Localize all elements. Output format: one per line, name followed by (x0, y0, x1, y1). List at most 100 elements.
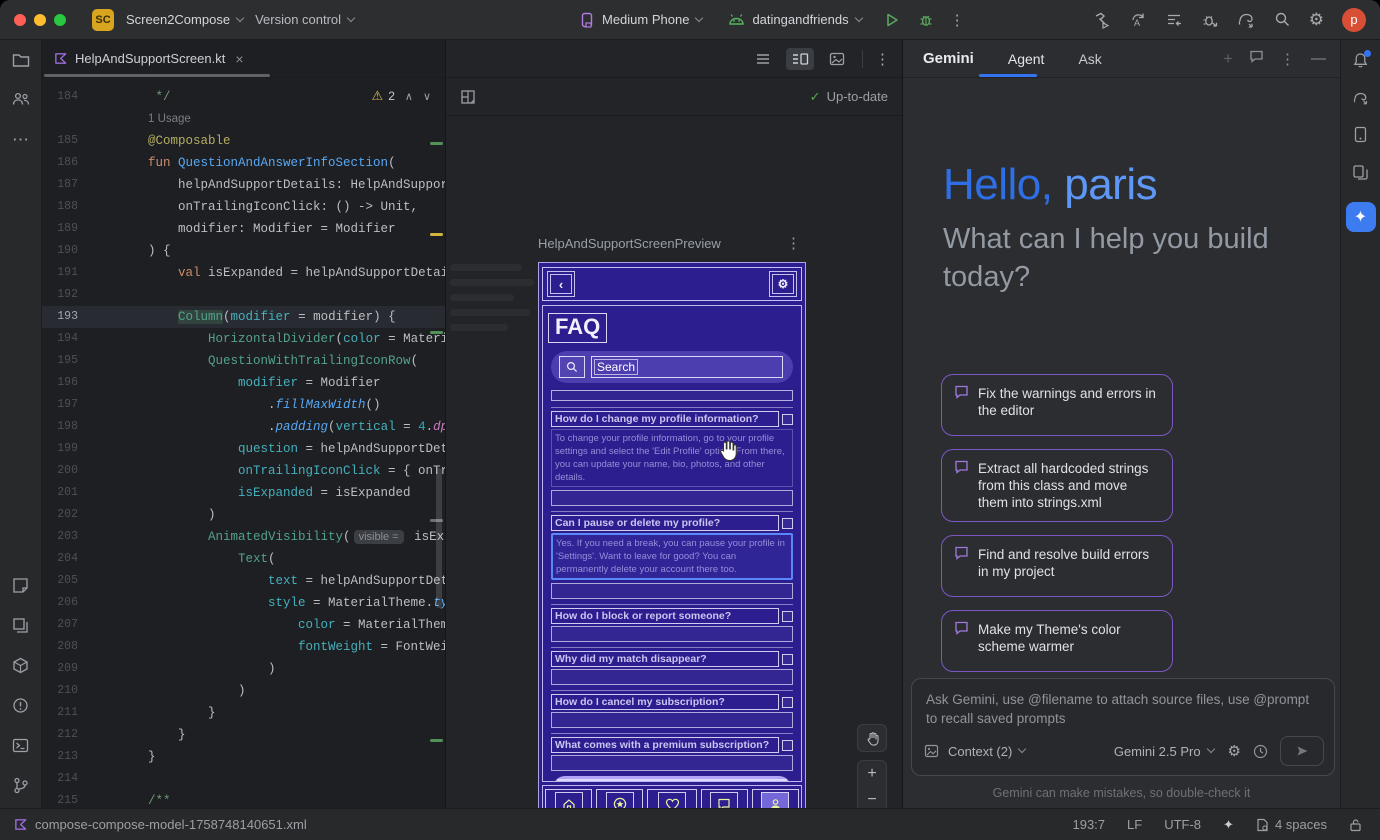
project-folder-icon[interactable] (12, 52, 30, 68)
wire-faq-question-row[interactable]: Can I pause or delete my profile? (551, 515, 793, 531)
gemini-suggestion-card[interactable]: Find and resolve build errors in my proj… (941, 535, 1173, 597)
build-tool-icon[interactable] (12, 657, 29, 674)
wire-expand-icon[interactable] (782, 697, 793, 708)
commit-users-icon[interactable] (12, 91, 30, 107)
gradle-icon[interactable] (1352, 90, 1370, 105)
close-tab-icon[interactable]: × (235, 51, 243, 67)
hide-panel-icon[interactable]: — (1311, 50, 1326, 67)
code-line-201[interactable]: 201 isExpanded = isExpanded (42, 482, 445, 504)
run-button[interactable] (884, 12, 900, 28)
inspection-widget[interactable]: ⚠ 2 ∧ ∨ (372, 88, 431, 104)
prompt-settings-gear-icon[interactable]: ⚙ (1228, 744, 1241, 759)
settings-gear-icon[interactable]: ⚙ (1309, 11, 1324, 28)
code-line-208[interactable]: 208 fontWeight = FontWeigh (42, 636, 445, 658)
code-line-207[interactable]: 207 color = MaterialTheme. (42, 614, 445, 636)
wire-expand-icon[interactable] (782, 414, 793, 425)
code-line-198[interactable]: 198 .padding(vertical = 4.dp), (42, 416, 445, 438)
sync-translate-icon[interactable]: A (1129, 11, 1147, 29)
debug-button[interactable] (918, 12, 934, 28)
code-line-209[interactable]: 209 ) (42, 658, 445, 680)
wire-contact-us-button[interactable]: Contact Us (553, 776, 791, 782)
more-tool-windows-icon[interactable]: ⋯ (12, 130, 29, 150)
layers-logcat-icon[interactable] (12, 617, 29, 634)
code-line-192[interactable]: 192 (42, 284, 445, 306)
design-view-button[interactable] (824, 48, 850, 70)
usage-inlay-row[interactable]: 1 Usage (42, 108, 445, 130)
preview-item-kebab-icon[interactable]: ⋮ (786, 234, 801, 252)
faq-screen-preview[interactable]: ‹ ⚙ FAQ Search How do I change my profil… (538, 262, 806, 840)
send-prompt-button[interactable] (1280, 736, 1324, 766)
code-line-199[interactable]: 199 question = helpAndSupportDetai (42, 438, 445, 460)
new-chat-plus-icon[interactable]: + (1223, 49, 1233, 69)
split-view-button[interactable] (786, 48, 814, 70)
running-devices-icon[interactable] (1352, 164, 1369, 181)
line-separator[interactable]: LF (1127, 817, 1142, 832)
minimize-window-button[interactable] (34, 14, 46, 26)
indent-setting[interactable]: 4 spaces (1256, 817, 1327, 832)
resource-manager-icon[interactable] (12, 577, 29, 594)
code-line-187[interactable]: 187 helpAndSupportDetails: HelpAndSuppor… (42, 174, 445, 196)
build-project-icon[interactable] (1093, 11, 1111, 29)
pan-tool[interactable] (857, 724, 887, 752)
wire-faq-answer[interactable]: To change your profile information, go t… (551, 429, 793, 487)
attach-image-icon[interactable] (924, 744, 939, 758)
wire-faq-question-row[interactable]: How do I cancel my subscription? (551, 694, 793, 710)
code-line-210[interactable]: 210 ) (42, 680, 445, 702)
code-line-213[interactable]: 213} (42, 746, 445, 768)
problems-icon[interactable] (12, 697, 29, 714)
wire-faq-question-row[interactable]: Why did my match disappear? (551, 651, 793, 667)
more-actions-kebab-icon[interactable]: ⋮ (950, 11, 965, 29)
next-problem-icon[interactable]: ∨ (423, 90, 431, 103)
lock-icon[interactable] (1349, 818, 1362, 832)
wire-faq-question-row[interactable]: How do I change my profile information? (551, 411, 793, 427)
search-everywhere-icon[interactable] (1274, 11, 1291, 28)
version-control-branch-icon[interactable] (13, 777, 29, 794)
run-configuration-selector[interactable]: datingandfriends (728, 12, 861, 27)
project-selector[interactable]: Screen2Compose (126, 12, 243, 27)
gemini-tool-icon[interactable]: ✦ (1346, 202, 1376, 232)
profiler-icon[interactable] (1201, 11, 1219, 29)
prev-problem-icon[interactable]: ∧ (405, 90, 413, 103)
device-selector[interactable]: Medium Phone (580, 12, 702, 28)
gradle-sync-icon[interactable] (1237, 11, 1256, 28)
tab-agent[interactable]: Agent (1008, 51, 1045, 67)
wire-settings-button[interactable]: ⚙ (769, 271, 797, 297)
prompt-history-clock-icon[interactable] (1253, 744, 1268, 759)
code-line-191[interactable]: 191 val isExpanded = helpAndSupportDetai… (42, 262, 445, 284)
code-line-203[interactable]: 203 AnimatedVisibility(visible = isExpan (42, 526, 445, 548)
gemini-suggestion-card[interactable]: Make my Theme's color scheme warmer (941, 610, 1173, 672)
caret-position[interactable]: 193:7 (1072, 817, 1105, 832)
gemini-prompt-input[interactable]: Ask Gemini, use @filename to attach sour… (911, 678, 1335, 776)
gemini-options-kebab-icon[interactable]: ⋮ (1280, 50, 1295, 68)
gemini-suggestion-card[interactable]: Fix the warnings and errors in the edito… (941, 374, 1173, 436)
code-line-194[interactable]: 194 HorizontalDivider(color = Material (42, 328, 445, 350)
code-line-214[interactable]: 214 (42, 768, 445, 790)
preview-options-kebab-icon[interactable]: ⋮ (875, 50, 890, 68)
code-line-202[interactable]: 202 ) (42, 504, 445, 526)
code-view-button[interactable] (750, 48, 776, 70)
vcs-widget[interactable]: Version control (255, 12, 354, 27)
file-encoding[interactable]: UTF-8 (1164, 817, 1201, 832)
notifications-bell-icon[interactable] (1352, 52, 1369, 69)
editor-scrollbar[interactable] (436, 468, 442, 608)
gemini-spark-icon[interactable]: ✦ (1223, 817, 1234, 833)
preview-layout-grid-icon[interactable] (460, 89, 476, 105)
context-dropdown[interactable]: Context (2) (948, 744, 1025, 759)
wire-back-button[interactable]: ‹ (547, 271, 575, 297)
wire-expand-icon[interactable] (782, 611, 793, 622)
code-line-189[interactable]: 189 modifier: Modifier = Modifier (42, 218, 445, 240)
zoom-window-button[interactable] (54, 14, 66, 26)
code-area[interactable]: 184 */1 Usage185@Composable186fun Questi… (42, 78, 445, 808)
code-line-204[interactable]: 204 Text( (42, 548, 445, 570)
terminal-icon[interactable] (12, 737, 29, 754)
wire-expand-icon[interactable] (782, 654, 793, 665)
code-line-193[interactable]: 193 Column(modifier = modifier) { (42, 306, 445, 328)
wire-faq-question-row[interactable]: What comes with a premium subscription? (551, 737, 793, 753)
chat-history-icon[interactable] (1249, 49, 1264, 68)
code-line-185[interactable]: 185@Composable (42, 130, 445, 152)
code-line-190[interactable]: 190) { (42, 240, 445, 262)
code-line-188[interactable]: 188 onTrailingIconClick: () -> Unit, (42, 196, 445, 218)
gemini-suggestion-card[interactable]: Extract all hardcoded strings from this … (941, 449, 1173, 522)
code-line-205[interactable]: 205 text = helpAndSupportDetai (42, 570, 445, 592)
wire-faq-question-row[interactable]: How do I block or report someone? (551, 608, 793, 624)
